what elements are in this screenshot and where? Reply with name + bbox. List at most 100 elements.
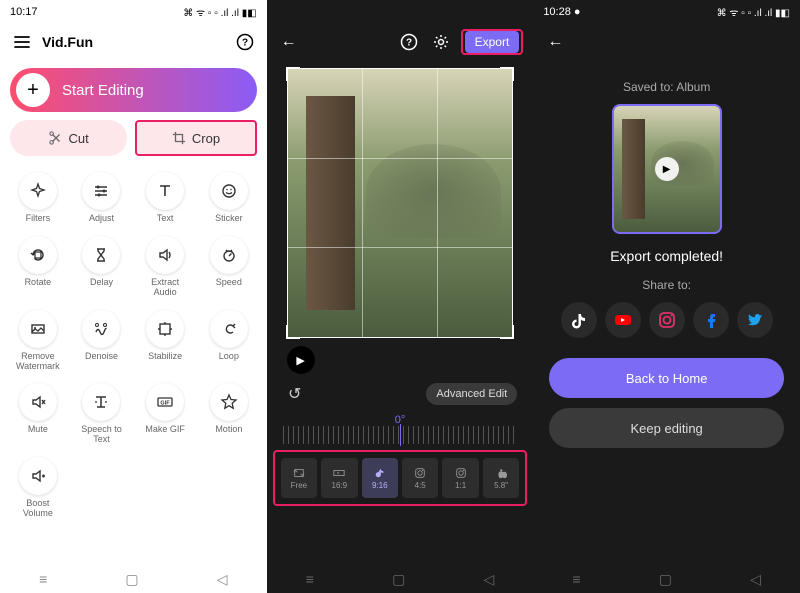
ratio-label: 16:9 <box>332 481 348 490</box>
ratio-11[interactable]: 1:1 <box>442 458 478 498</box>
denoise-icon <box>82 310 120 348</box>
back-icon[interactable]: ← <box>277 30 301 54</box>
help-icon[interactable]: ? <box>233 30 257 54</box>
video-thumbnail[interactable]: ▶ <box>612 104 722 234</box>
statusbar <box>267 0 534 24</box>
tool-sliders[interactable]: Adjust <box>70 168 134 228</box>
help-icon[interactable]: ? <box>397 30 421 54</box>
svg-text:?: ? <box>406 38 412 49</box>
video-canvas[interactable] <box>287 68 514 338</box>
gear-icon[interactable] <box>429 30 453 54</box>
nav-menu-icon[interactable]: ≡ <box>572 571 580 587</box>
play-icon: ▶ <box>655 157 679 181</box>
tool-label: Mute <box>28 425 48 435</box>
keep-editing-button[interactable]: Keep editing <box>549 408 784 448</box>
share-tiktok-button[interactable] <box>561 302 597 338</box>
crop-grid-line <box>437 69 438 337</box>
app-header: Vid.Fun ? <box>0 24 267 60</box>
crop-handle[interactable] <box>286 67 300 81</box>
boost-icon <box>19 457 57 495</box>
editor-header: ← ? Export <box>267 24 534 60</box>
tool-star[interactable]: Motion <box>197 379 261 449</box>
clock: 10:17 <box>10 6 38 18</box>
tiktok-icon <box>569 310 589 330</box>
share-youtube-button[interactable] <box>605 302 641 338</box>
tool-label: Boost Volume <box>12 499 64 519</box>
tool-hourglass[interactable]: Delay <box>70 232 134 302</box>
export-highlight: Export <box>461 29 524 55</box>
back-to-home-button[interactable]: Back to Home <box>549 358 784 398</box>
rotate-icon <box>19 236 57 274</box>
crop-chip[interactable]: Crop <box>135 120 256 156</box>
plus-icon: + <box>16 73 50 107</box>
instagram-icon <box>657 310 677 330</box>
audio-icon <box>146 236 184 274</box>
ratio-label: 1:1 <box>455 481 466 490</box>
text-icon <box>146 172 184 210</box>
youtube-icon <box>613 310 633 330</box>
aspect-ratio-strip: Free 16:9 9:164:5 1:1 5.8" <box>273 450 528 506</box>
tool-label: Remove Watermark <box>12 352 64 372</box>
tool-sparkle[interactable]: Filters <box>6 168 70 228</box>
crop-workspace: ▶ ↺ Advanced Edit 0° Free16:99:164:51:15… <box>267 60 534 565</box>
nav-home-icon[interactable]: ▢ <box>659 571 672 588</box>
export-button[interactable]: Export <box>465 31 520 53</box>
saved-to-label: Saved to: Album <box>623 80 710 94</box>
tool-label: Adjust <box>89 214 114 224</box>
app-title: Vid.Fun <box>42 34 225 50</box>
ratio-45[interactable]: 4:5 <box>402 458 438 498</box>
nav-menu-icon[interactable]: ≡ <box>306 571 314 587</box>
hamburger-icon[interactable] <box>10 30 34 54</box>
tiktok-icon <box>374 467 386 479</box>
ratio-169[interactable]: 16:9 <box>321 458 357 498</box>
ratio-916[interactable]: 9:16 <box>362 458 398 498</box>
back-icon[interactable]: ← <box>543 30 567 54</box>
tool-text[interactable]: Text <box>133 168 197 228</box>
nav-home-icon[interactable]: ▢ <box>392 571 405 588</box>
tool-gif[interactable]: GIFMake GIF <box>133 379 197 449</box>
tool-label: Rotate <box>25 278 52 288</box>
reset-icon[interactable]: ↺ <box>283 382 307 406</box>
svg-text:?: ? <box>242 38 248 49</box>
tool-boost[interactable]: Boost Volume <box>6 453 70 523</box>
cut-chip[interactable]: Cut <box>10 120 127 156</box>
mute-icon <box>19 383 57 421</box>
ratio-label: Free <box>291 481 307 490</box>
share-instagram-button[interactable] <box>649 302 685 338</box>
status-icons: ⌘ ᯤ ▫ ▫ .ıl .ıl ▮◧ <box>717 5 790 19</box>
tool-rmwm[interactable]: Remove Watermark <box>6 306 70 376</box>
nav-back-icon[interactable]: ◁ <box>483 571 494 588</box>
nav-menu-icon[interactable]: ≡ <box>39 571 47 587</box>
crop-grid-line <box>362 69 363 337</box>
statusbar: 10:17 ⌘ ᯤ ▫ ▫ .ıl .ıl ▮◧ <box>0 0 267 24</box>
tool-audio[interactable]: Extract Audio <box>133 232 197 302</box>
tool-mute[interactable]: Mute <box>6 379 70 449</box>
tool-stabilize[interactable]: Stabilize <box>133 306 197 376</box>
hourglass-icon <box>82 236 120 274</box>
start-editing-button[interactable]: + Start Editing <box>10 68 257 112</box>
nav-back-icon[interactable]: ◁ <box>750 571 761 588</box>
ratio-58[interactable]: 5.8" <box>483 458 519 498</box>
tool-stt[interactable]: Speech to Text <box>70 379 134 449</box>
advanced-edit-button[interactable]: Advanced Edit <box>426 383 517 405</box>
nav-back-icon[interactable]: ◁ <box>217 571 228 588</box>
twitter-icon <box>745 310 765 330</box>
crop-handle[interactable] <box>500 67 514 81</box>
crop-handle[interactable] <box>500 325 514 339</box>
start-label: Start Editing <box>62 82 144 99</box>
tool-label: Extract Audio <box>139 278 191 298</box>
tool-rotate[interactable]: Rotate <box>6 232 70 302</box>
play-button[interactable]: ▶ <box>287 346 315 374</box>
ratio-Free[interactable]: Free <box>281 458 317 498</box>
tool-smile[interactable]: Sticker <box>197 168 261 228</box>
tool-loop[interactable]: Loop <box>197 306 261 376</box>
nav-home-icon[interactable]: ▢ <box>125 571 138 588</box>
tool-label: Text <box>157 214 174 224</box>
rotation-ruler[interactable] <box>283 426 518 444</box>
crop-handle[interactable] <box>286 325 300 339</box>
share-facebook-button[interactable] <box>693 302 729 338</box>
tool-speed[interactable]: Speed <box>197 232 261 302</box>
stt-icon <box>82 383 120 421</box>
tool-denoise[interactable]: Denoise <box>70 306 134 376</box>
share-twitter-button[interactable] <box>737 302 773 338</box>
